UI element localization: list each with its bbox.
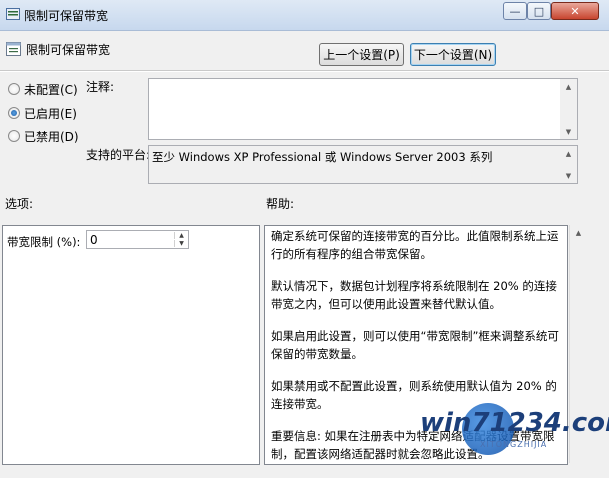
help-paragraph: 确定系统可保留的连接带宽的百分比。此值限制系统上运行的所有程序的组合带宽保留。 xyxy=(271,229,559,261)
help-paragraph: 默认情况下，数据包计划程序将系统限制在 20% 的连接带宽之内，但可以使用此设置… xyxy=(271,279,557,311)
spin-up-icon[interactable]: ▲ xyxy=(174,232,188,239)
watermark-subtext: XITONGZHIJIA xyxy=(480,440,548,449)
window-title: 限制可保留带宽 xyxy=(24,9,109,23)
scroll-up-icon[interactable]: ▲ xyxy=(570,225,587,240)
comment-textarea[interactable]: ▲ ▼ xyxy=(148,78,578,140)
setting-title: 限制可保留带宽 xyxy=(26,43,111,57)
options-pane: 带宽限制 (%): 0 ▲ ▼ xyxy=(2,225,260,465)
policy-icon xyxy=(6,8,20,20)
close-button[interactable]: ✕ xyxy=(551,2,599,20)
maximize-icon: □ xyxy=(533,4,545,18)
options-section-label: 选项: xyxy=(5,197,34,211)
radio-disabled[interactable] xyxy=(8,130,20,142)
radio-enabled-label[interactable]: 已启用(E) xyxy=(24,105,77,122)
spin-down-icon[interactable]: ▼ xyxy=(174,240,188,247)
scroll-down-icon[interactable]: ▼ xyxy=(560,124,577,139)
bandwidth-limit-value[interactable]: 0 xyxy=(90,233,98,247)
previous-setting-button[interactable]: 上一个设置(P) xyxy=(319,43,404,66)
help-paragraph: 如果启用此设置，则可以使用“带宽限制”框来调整系统可保留的带宽数量。 xyxy=(271,329,559,361)
bandwidth-limit-label: 带宽限制 (%): xyxy=(7,235,81,249)
comment-label: 注释: xyxy=(86,80,115,94)
supported-platforms-box: 至少 Windows XP Professional 或 Windows Ser… xyxy=(148,145,578,184)
scroll-up-icon[interactable]: ▲ xyxy=(560,146,577,161)
watermark-text: win71234.com xyxy=(420,408,609,438)
radio-enabled[interactable] xyxy=(8,107,20,119)
radio-not-configured-label[interactable]: 未配置(C) xyxy=(24,81,78,98)
radio-disabled-label[interactable]: 已禁用(D) xyxy=(24,128,79,145)
comment-scrollbar[interactable]: ▲ ▼ xyxy=(560,79,577,139)
minimize-icon: — xyxy=(509,4,521,18)
radio-not-configured[interactable] xyxy=(8,83,20,95)
header-divider xyxy=(0,70,609,72)
supported-scrollbar[interactable]: ▲ ▼ xyxy=(560,146,577,183)
supported-label: 支持的平台: xyxy=(86,148,151,162)
next-setting-button[interactable]: 下一个设置(N) xyxy=(410,43,496,66)
scroll-up-icon[interactable]: ▲ xyxy=(560,79,577,94)
supported-platforms-value: 至少 Windows XP Professional 或 Windows Ser… xyxy=(152,150,493,164)
help-section-label: 帮助: xyxy=(266,197,295,211)
bandwidth-limit-spinner[interactable]: 0 ▲ ▼ xyxy=(86,230,189,249)
scroll-down-icon[interactable]: ▼ xyxy=(560,168,577,183)
minimize-button[interactable]: — xyxy=(503,2,527,20)
maximize-button[interactable]: □ xyxy=(527,2,551,20)
setting-icon xyxy=(6,42,21,56)
close-icon: ✕ xyxy=(570,4,580,18)
